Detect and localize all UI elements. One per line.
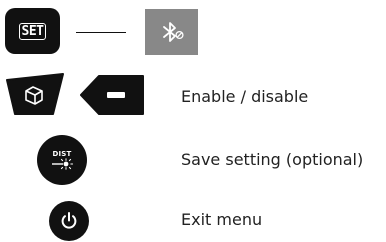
set-key[interactable]: SET <box>5 8 60 54</box>
dist-key-label: DIST <box>52 150 72 158</box>
bluetooth-off-indicator <box>145 9 198 55</box>
enable-disable-label: Enable / disable <box>181 87 309 106</box>
minus-key[interactable] <box>79 74 145 116</box>
minus-icon <box>107 92 125 98</box>
bluetooth-off-icon <box>162 22 184 42</box>
dist-key[interactable]: DIST <box>37 135 87 185</box>
set-key-label: SET <box>18 22 47 40</box>
cube-key[interactable] <box>5 72 65 116</box>
save-setting-label: Save setting (optional) <box>181 150 364 169</box>
exit-menu-label: Exit menu <box>181 210 263 229</box>
power-key[interactable] <box>49 201 89 241</box>
power-icon <box>61 212 77 229</box>
laser-icon <box>52 158 74 170</box>
connector-line <box>76 32 126 33</box>
